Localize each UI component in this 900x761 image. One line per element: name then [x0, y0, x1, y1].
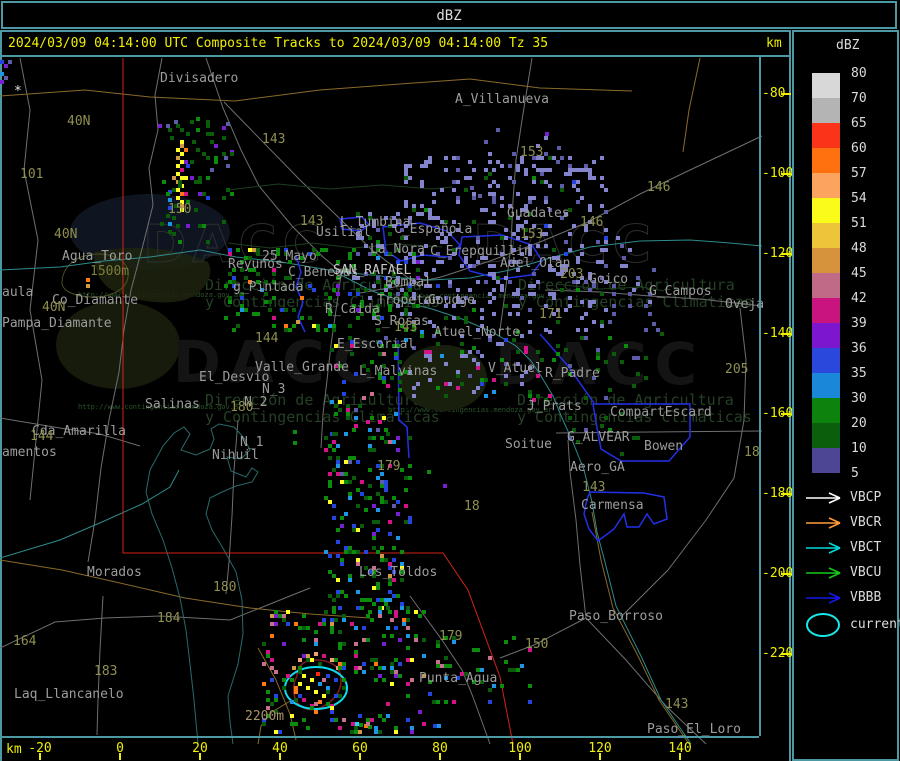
vbcu-arrow-icon [806, 567, 841, 579]
vbbb-arrow-icon [806, 592, 841, 604]
current-ellipse-icon [806, 613, 840, 637]
legend-label: VBCT [850, 540, 882, 555]
vbct-arrow-icon [806, 542, 841, 554]
legend-label: VBBB [850, 590, 882, 605]
legend-label: VBCU [850, 565, 882, 580]
legend-label: VBCR [850, 515, 882, 530]
legend-label-current: current [850, 617, 900, 632]
vbcr-arrow-icon [806, 517, 841, 529]
radar-app-window: dBZ 2024/03/09 04:14:00 UTC Composite Tr… [0, 0, 900, 761]
legend-label: VBCP [850, 490, 882, 505]
vbcp-arrow-icon [806, 492, 841, 504]
legend-arrows-layer [806, 492, 841, 637]
